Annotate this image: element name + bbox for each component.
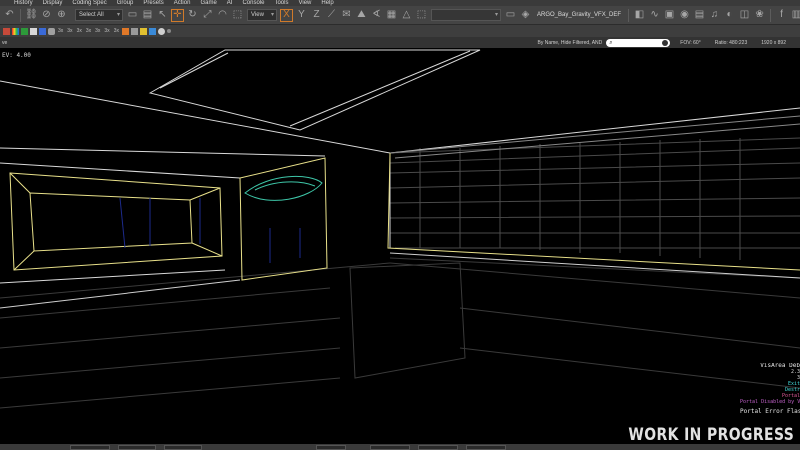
status-field[interactable]	[466, 444, 506, 450]
bind-icon[interactable]: ⊕	[55, 9, 68, 22]
gray-square-icon[interactable]	[130, 27, 138, 35]
plane-xy-icon[interactable]: ⟋	[325, 9, 338, 22]
hexagon-icon[interactable]	[48, 27, 55, 35]
upper-right-structure	[389, 115, 800, 159]
sound-icon[interactable]: ♫	[708, 9, 721, 22]
status-field[interactable]	[164, 444, 202, 450]
status-field[interactable]	[370, 444, 410, 450]
status-bar	[0, 444, 800, 450]
axis-y-icon[interactable]: Y	[295, 9, 308, 22]
work-in-progress-watermark: WORK IN PROGRESS	[628, 425, 794, 444]
render-icon[interactable]: ▣	[663, 9, 676, 22]
toolbar-label[interactable]: 3x	[67, 28, 72, 34]
debug-portal-disabled: Portal Disabled by Viewd	[740, 399, 800, 405]
undo-icon[interactable]: ↶	[3, 9, 16, 22]
orange-square-icon[interactable]	[121, 27, 129, 35]
named-selection-dropdown[interactable]	[431, 9, 501, 21]
toolbar-separator	[20, 8, 21, 22]
status-field[interactable]	[418, 444, 458, 450]
status-field[interactable]	[70, 444, 110, 450]
folder-icon[interactable]: ▭	[504, 9, 517, 22]
move-icon[interactable]: ✛	[171, 8, 184, 22]
mountain-icon[interactable]: ⛰	[355, 9, 368, 22]
select-icon[interactable]: ▭	[126, 9, 139, 22]
viewport-header: ve By Name, Hide Filtered, AND ⌕ FOV: 60…	[0, 37, 800, 48]
unlink-icon[interactable]: ⊘	[40, 9, 53, 22]
exposure-readout: EV: 4.00	[2, 52, 31, 59]
floor-geometry	[0, 257, 800, 409]
check-icon[interactable]	[21, 27, 28, 35]
facebook-icon[interactable]: f	[775, 9, 788, 22]
yellow-square-icon[interactable]	[139, 27, 147, 35]
frame-icon[interactable]: ⬚	[415, 9, 428, 22]
wireframe-scene	[0, 49, 800, 409]
resolution-readout: 1920 x 892	[761, 39, 786, 46]
perspective-viewport[interactable]: EV: 4.00 VisArea Deb 2.3 3 Exit Destr Po…	[0, 48, 800, 444]
curve-icon[interactable]: ∿	[648, 9, 661, 22]
light-icon[interactable]: ▤	[693, 9, 706, 22]
fov-readout: FOV: 60°	[680, 39, 701, 46]
selection-set-dropdown[interactable]: Select All	[75, 9, 123, 21]
layer-color-icon[interactable]	[39, 27, 46, 35]
color-palette-icon[interactable]	[12, 27, 19, 35]
terrain-icon[interactable]: ◠	[216, 9, 229, 22]
toolbar-label[interactable]: 3x	[77, 28, 82, 34]
material-icon[interactable]: ◧	[633, 9, 646, 22]
rotate-icon[interactable]: ↻	[186, 9, 199, 22]
axis-constraint-icon[interactable]: X	[280, 8, 293, 22]
visarea-debug-panel: VisArea Deb 2.3 3 Exit Destr Portal Port…	[740, 363, 800, 415]
blue-wall-detail	[119, 197, 301, 263]
select-by-name-icon[interactable]: ▤	[141, 9, 154, 22]
secondary-toolbar: 3x 3x 3x 3x 3x 3x 3x	[0, 25, 800, 37]
viewport-label: ve	[2, 39, 8, 46]
grid-snap-icon[interactable]: ▦	[385, 9, 398, 22]
toolbar-separator	[770, 8, 772, 22]
distant-geometry	[389, 137, 800, 260]
current-layer-name[interactable]: ARGO_Bay_Gravity_VFX_DEF	[537, 9, 621, 21]
viewport-search-input[interactable]: ⌕	[606, 38, 671, 47]
blue-square-icon[interactable]	[148, 27, 156, 35]
snap-icon[interactable]: ✉	[340, 9, 353, 22]
main-toolbar: ↶ ⛓ ⊘ ⊕ Select All ▭ ▤ ↖ ✛ ↻ ⤢ ◠ ⬚ View …	[0, 6, 800, 25]
layer-icon[interactable]: ◈	[519, 9, 532, 22]
angle-snap-icon[interactable]: ∢	[370, 9, 383, 22]
search-icon: ⌕	[609, 39, 613, 46]
toolbar-label[interactable]: 3x	[104, 28, 109, 34]
floor-edge	[0, 252, 800, 309]
clear-search-icon[interactable]	[662, 39, 669, 46]
axis-z-icon[interactable]: Z	[310, 9, 323, 22]
toolbar-label[interactable]: 3x	[58, 28, 63, 34]
transform-icon[interactable]: ⬚	[231, 9, 244, 22]
toolbar-separator	[628, 8, 630, 22]
vfx-emitter	[244, 175, 323, 201]
dot-icon[interactable]	[166, 29, 171, 33]
ratio-readout: Ratio: 480:223	[714, 39, 748, 46]
map-icon[interactable]: ▥	[790, 9, 800, 22]
reference-coordinate-dropdown[interactable]: View	[247, 9, 277, 21]
toolbar-label[interactable]: 3x	[114, 28, 119, 34]
vegetation-icon[interactable]: ❀	[753, 9, 766, 22]
debug-error-flashing: Portal Error Flashing C	[740, 408, 800, 415]
status-field[interactable]	[316, 444, 346, 450]
filter-mode-label[interactable]: By Name, Hide Filtered, AND	[538, 40, 603, 46]
toolbar-label[interactable]: 3x	[86, 28, 91, 34]
scale-icon[interactable]: ⤢	[201, 9, 214, 22]
status-field[interactable]	[118, 444, 156, 450]
flag-icon[interactable]	[30, 27, 37, 35]
gear-icon[interactable]	[157, 27, 165, 35]
camera-icon[interactable]: ◉	[678, 9, 691, 22]
link-icon[interactable]: ⛓	[25, 9, 38, 22]
measure-icon[interactable]: △	[400, 9, 413, 22]
entity-icon[interactable]: ◐	[723, 9, 736, 22]
cursor-icon[interactable]: ↖	[156, 9, 169, 22]
flow-graph-icon[interactable]: ◫	[738, 9, 751, 22]
room-walls	[0, 80, 800, 284]
brush-icon[interactable]	[3, 27, 10, 35]
toolbar-label[interactable]: 3x	[95, 28, 100, 34]
